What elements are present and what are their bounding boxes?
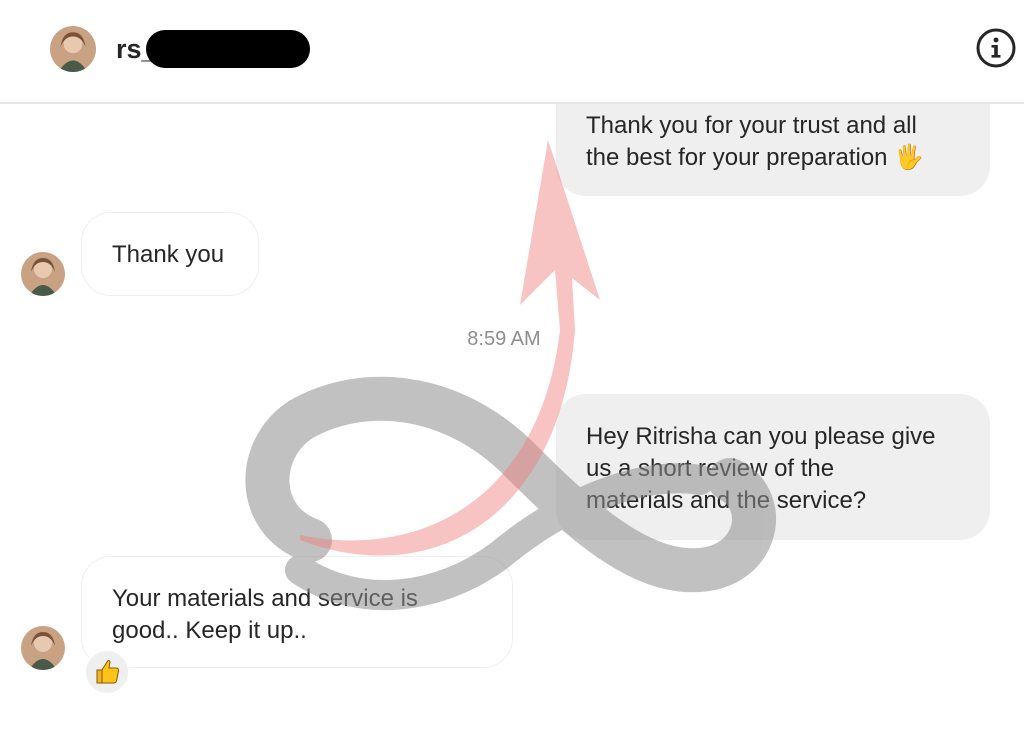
message-text-line: Thank you — [112, 241, 225, 268]
incoming-message[interactable]: Thank you — [81, 212, 259, 296]
chat-window: Thank you for your trust and all the bes… — [0, 0, 1024, 732]
message-text-line: Thank you for your trust and all — [586, 112, 917, 139]
chat-header: rs_ — [0, 0, 1024, 104]
message-text-line: Your materials and service is — [112, 585, 418, 612]
message-text-line: materials and the service? — [586, 487, 867, 514]
message-text-line: Hey Ritrisha can you please give — [586, 423, 936, 450]
info-circle-icon — [976, 28, 1016, 68]
thumbs-up-reaction[interactable] — [84, 649, 130, 695]
avatar[interactable] — [21, 252, 65, 296]
message-text-line: the best for your preparation 🖐 — [586, 144, 925, 171]
redaction-bar — [146, 30, 310, 68]
message-text-line: good.. Keep it up.. — [112, 617, 307, 644]
avatar[interactable] — [21, 626, 65, 670]
outgoing-message[interactable]: Hey Ritrisha can you please give us a sh… — [556, 394, 990, 540]
thumbs-up-icon — [96, 660, 120, 684]
avatar[interactable] — [50, 26, 96, 72]
incoming-message[interactable]: Your materials and service is good.. Kee… — [81, 556, 513, 668]
message-thread: Thank you for your trust and all the bes… — [0, 0, 1024, 732]
message-text-line: us a short review of the — [586, 455, 835, 482]
info-button[interactable] — [975, 27, 1017, 69]
message-timestamp: 8:59 AM — [467, 328, 541, 350]
